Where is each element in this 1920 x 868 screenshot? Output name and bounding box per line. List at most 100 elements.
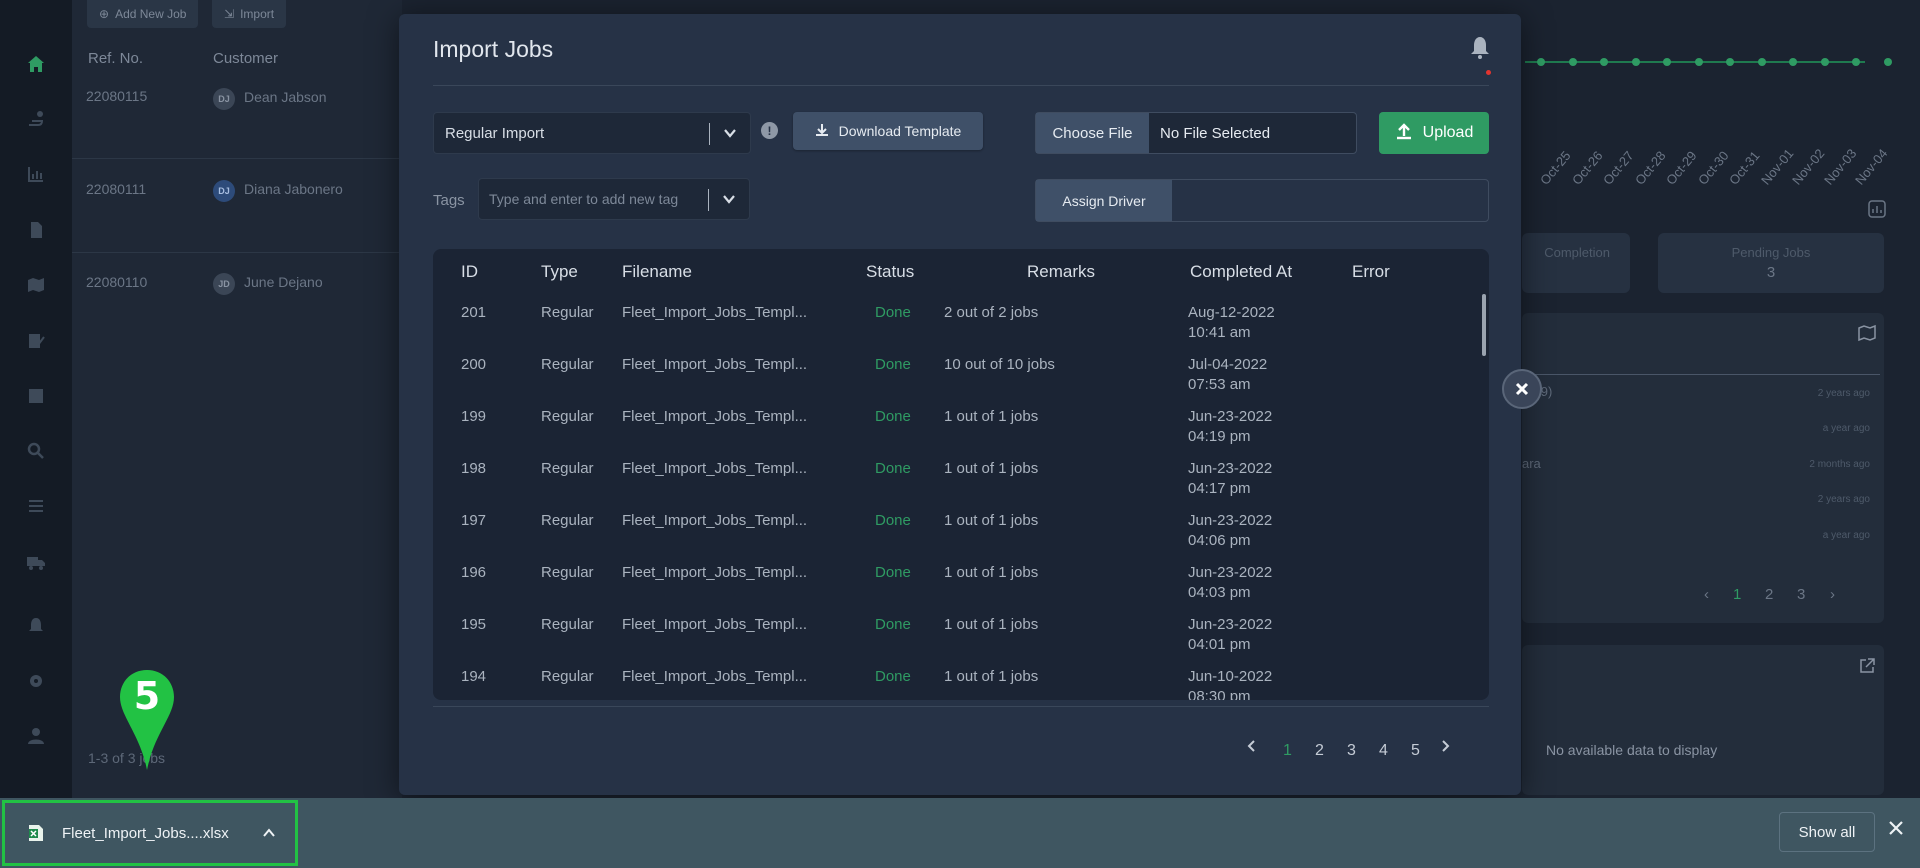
info-icon[interactable]: ! bbox=[761, 122, 778, 139]
completed-date: Jun-23-2022 bbox=[1188, 460, 1273, 477]
activity-page[interactable]: 1 bbox=[1733, 586, 1741, 603]
upload-label: Upload bbox=[1422, 124, 1474, 141]
activity-time: a year ago bbox=[1822, 530, 1870, 541]
stat-card-pending: Pending Jobs 3 bbox=[1658, 233, 1884, 293]
customer-name[interactable]: Dean Jabson bbox=[244, 89, 327, 105]
job-ref[interactable]: 22080110 bbox=[86, 274, 147, 290]
page-1-button[interactable]: 1 bbox=[1283, 742, 1292, 760]
empty-state-text: No available data to display bbox=[1546, 742, 1718, 758]
table-row[interactable]: 199 Regular Fleet_Import_Jobs_Templ... Done… bbox=[433, 407, 1489, 459]
table-row[interactable]: 195 Regular Fleet_Import_Jobs_Templ... Done… bbox=[433, 615, 1489, 667]
column-header-id: ID bbox=[461, 262, 478, 281]
completed-time: 07:53 am bbox=[1188, 376, 1251, 393]
cell-remarks: 1 out of 1 jobs bbox=[944, 564, 1039, 581]
chevron-up-icon[interactable] bbox=[261, 825, 277, 841]
show-all-button[interactable]: Show all bbox=[1779, 812, 1875, 852]
cell-id: 194 bbox=[461, 668, 487, 685]
prev-page-button[interactable] bbox=[1246, 739, 1258, 757]
x-tick-label: Nov-04 bbox=[1852, 145, 1891, 188]
cell-completed-at: Jun-23-2022 04:19 pm bbox=[1188, 407, 1272, 447]
cell-id: 198 bbox=[461, 460, 487, 477]
table-row[interactable]: 194 Regular Fleet_Import_Jobs_Templ... Done… bbox=[433, 667, 1489, 700]
external-link-icon[interactable] bbox=[1858, 657, 1876, 675]
scrollbar-thumb[interactable] bbox=[1482, 294, 1486, 356]
x-tick-label: Oct-28 bbox=[1631, 148, 1669, 188]
activity-page[interactable]: 3 bbox=[1797, 586, 1805, 603]
next-page-button[interactable] bbox=[1439, 739, 1451, 757]
ref-column-header: Ref. No. bbox=[88, 50, 144, 67]
import-type-select[interactable]: Regular Import bbox=[433, 112, 751, 154]
x-tick-label: Nov-03 bbox=[1820, 145, 1859, 188]
cell-id: 200 bbox=[461, 356, 487, 373]
cell-filename: Fleet_Import_Jobs_Templ... bbox=[622, 668, 808, 685]
customer-name[interactable]: June Dejano bbox=[244, 274, 323, 290]
table-row[interactable]: 196 Regular Fleet_Import_Jobs_Templ... Done… bbox=[433, 563, 1489, 615]
x-tick-label: Oct-31 bbox=[1726, 148, 1763, 188]
trend-point bbox=[1537, 58, 1545, 66]
add-job-button[interactable]: ⊕ Add New Job bbox=[87, 0, 199, 28]
cell-id: 199 bbox=[461, 408, 487, 425]
cell-remarks: 2 out of 2 jobs bbox=[944, 304, 1039, 321]
job-ref[interactable]: 22080111 bbox=[86, 181, 146, 197]
cell-completed-at: Jun-23-2022 04:17 pm bbox=[1188, 459, 1272, 499]
choose-file-button[interactable]: Choose File bbox=[1036, 113, 1149, 153]
customer-column-header: Customer bbox=[213, 50, 279, 67]
column-header-status: Status bbox=[866, 262, 915, 281]
import-jobs-modal: Import Jobs Regular Import ! Download Te… bbox=[399, 14, 1521, 795]
page-3-button[interactable]: 3 bbox=[1347, 742, 1356, 760]
completed-date: Jun-10-2022 bbox=[1188, 668, 1273, 685]
job-ref[interactable]: 22080115 bbox=[86, 88, 147, 104]
modal-title: Import Jobs bbox=[433, 36, 554, 62]
trend-point bbox=[1820, 58, 1829, 66]
table-row[interactable]: 198 Regular Fleet_Import_Jobs_Templ... Done… bbox=[433, 459, 1489, 511]
table-row[interactable]: 197 Regular Fleet_Import_Jobs_Templ... Done… bbox=[433, 511, 1489, 563]
download-template-label: Download Template bbox=[838, 123, 962, 139]
activity-item[interactable]: ara bbox=[1522, 456, 1541, 471]
cell-type: Regular bbox=[541, 564, 594, 581]
table-row[interactable]: 201 Regular Fleet_Import_Jobs_Templ... Done… bbox=[433, 303, 1489, 355]
customer-name[interactable]: Diana Jabonero bbox=[244, 181, 343, 197]
activity-next[interactable]: › bbox=[1830, 586, 1835, 603]
chevron-down-icon[interactable] bbox=[722, 125, 738, 141]
activity-page[interactable]: 2 bbox=[1765, 586, 1773, 603]
map-view-icon[interactable] bbox=[1858, 324, 1876, 342]
import-button[interactable]: ⇲ Import bbox=[212, 0, 287, 28]
trend-point bbox=[1883, 58, 1892, 66]
table-row[interactable]: 200 Regular Fleet_Import_Jobs_Templ... Done… bbox=[433, 355, 1489, 407]
file-input[interactable]: Choose File No File Selected bbox=[1035, 112, 1357, 154]
cell-filename: Fleet_Import_Jobs_Templ... bbox=[622, 408, 808, 425]
driver-field[interactable] bbox=[1172, 180, 1488, 221]
tags-input[interactable]: Type and enter to add new tag bbox=[478, 178, 750, 220]
select-divider bbox=[708, 189, 709, 211]
chevron-down-icon[interactable] bbox=[721, 191, 737, 207]
cell-status: Done bbox=[875, 304, 911, 321]
column-header-remarks: Remarks bbox=[1027, 262, 1096, 281]
close-modal-button[interactable] bbox=[1502, 369, 1542, 409]
column-header-error: Error bbox=[1352, 262, 1390, 281]
row-divider bbox=[72, 252, 402, 253]
cell-remarks: 1 out of 1 jobs bbox=[944, 460, 1039, 477]
downloaded-file-item[interactable]: Fleet_Import_Jobs....xlsx bbox=[2, 800, 298, 866]
bell-icon[interactable] bbox=[1469, 36, 1491, 60]
cell-completed-at: Jun-23-2022 04:01 pm bbox=[1188, 615, 1272, 655]
tags-placeholder: Type and enter to add new tag bbox=[489, 191, 679, 207]
download-bar: Fleet_Import_Jobs....xlsx Show all bbox=[0, 798, 1920, 868]
page-2-button[interactable]: 2 bbox=[1315, 742, 1324, 760]
close-download-bar-icon[interactable] bbox=[1888, 820, 1904, 836]
activity-prev[interactable]: ‹ bbox=[1704, 586, 1709, 603]
upload-button[interactable]: Upload bbox=[1379, 112, 1489, 154]
activity-divider bbox=[1522, 374, 1880, 375]
stat-label: Completion bbox=[1544, 245, 1610, 260]
page-4-button[interactable]: 4 bbox=[1379, 742, 1388, 760]
assign-driver-group: Assign Driver bbox=[1035, 179, 1489, 222]
x-tick-label: Nov-02 bbox=[1789, 145, 1828, 188]
cell-type: Regular bbox=[541, 356, 594, 373]
page-5-button[interactable]: 5 bbox=[1411, 742, 1420, 760]
cell-status: Done bbox=[875, 564, 911, 581]
import-icon: ⇲ bbox=[224, 7, 235, 21]
trend-point bbox=[1663, 58, 1671, 66]
activity-time: 2 months ago bbox=[1809, 459, 1870, 470]
chart-toggle-icon[interactable] bbox=[1868, 200, 1886, 218]
download-template-button[interactable]: Download Template bbox=[793, 112, 983, 150]
assign-driver-button[interactable]: Assign Driver bbox=[1036, 180, 1172, 221]
